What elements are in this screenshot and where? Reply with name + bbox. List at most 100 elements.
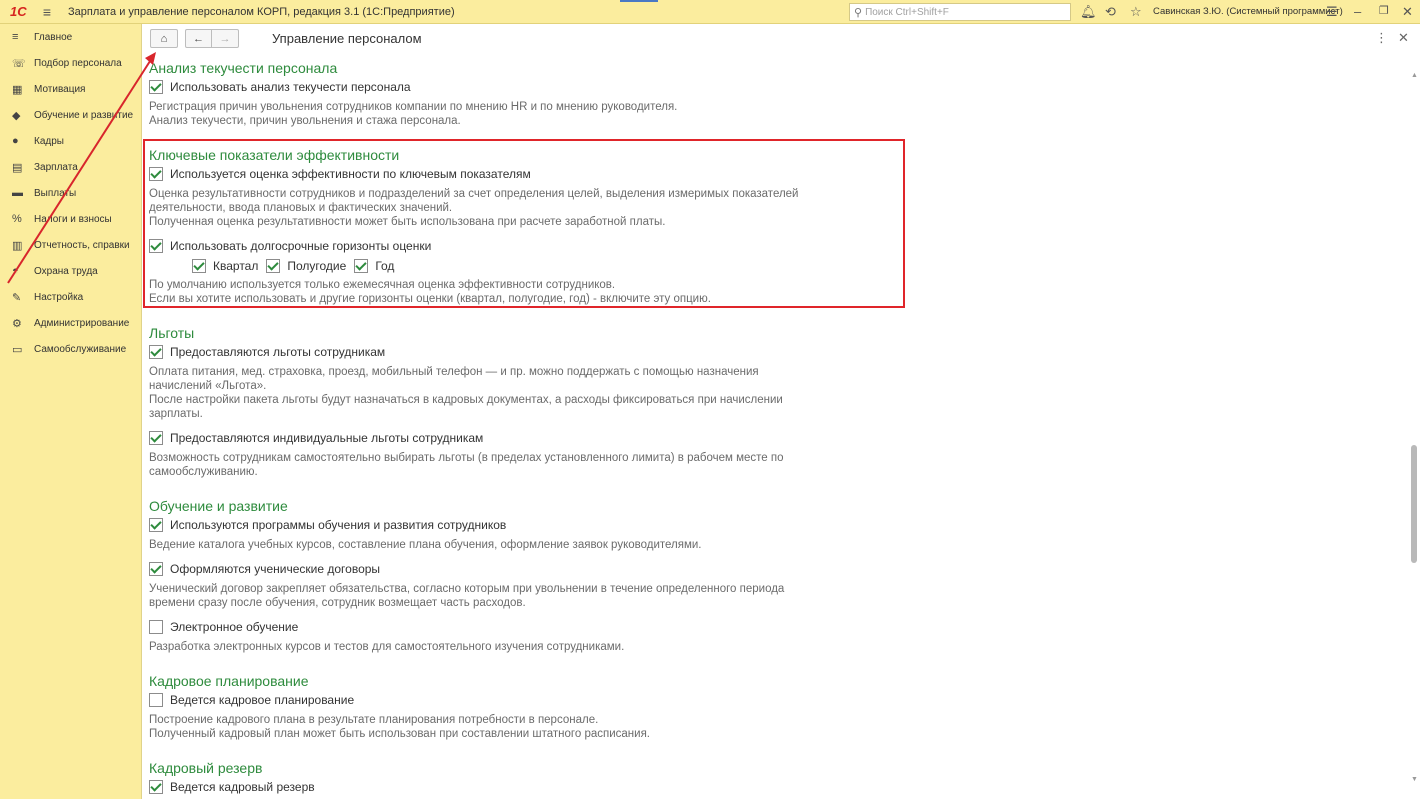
description: По умолчанию используется только ежемеся… bbox=[149, 279, 616, 291]
option-e-learning[interactable]: Электронное обучение bbox=[149, 618, 909, 636]
checkbox[interactable] bbox=[149, 80, 163, 94]
app-title: Зарплата и управление персоналом КОРП, р… bbox=[68, 5, 455, 18]
current-user[interactable]: Савинская З.Ю. (Системный программист) bbox=[1153, 6, 1343, 17]
history-icon[interactable]: ⟲ bbox=[1105, 4, 1116, 20]
window-close-icon[interactable]: ✕ bbox=[1402, 4, 1413, 20]
option-benefits[interactable]: Предоставляются льготы сотрудникам bbox=[149, 343, 909, 361]
checkbox[interactable] bbox=[354, 259, 369, 273]
option-individual-benefits[interactable]: Предоставляются индивидуальные льготы со… bbox=[149, 429, 909, 447]
option-turnover-analysis[interactable]: Использовать анализ текучести персонала bbox=[149, 78, 909, 96]
section-title-benefits: Льготы bbox=[149, 325, 195, 341]
sidebar-item-selfservice[interactable]: ▭ Самообслуживание bbox=[0, 336, 141, 362]
sidebar-item-main[interactable]: ≡ Главное bbox=[0, 24, 141, 50]
page-title: Управление персоналом bbox=[272, 31, 422, 46]
sidebar-item-taxes[interactable]: % Налоги и взносы bbox=[0, 206, 141, 232]
checkbox[interactable] bbox=[149, 167, 163, 181]
wallet-icon: ▬ bbox=[12, 187, 23, 199]
gear-icon: ⚙ bbox=[12, 317, 22, 330]
checkbox[interactable] bbox=[149, 518, 163, 532]
horizon-options: Квартал Полугодие Год bbox=[149, 257, 909, 275]
checkbox[interactable] bbox=[149, 620, 163, 634]
description: деятельности, ввода плановых и фактическ… bbox=[149, 202, 453, 214]
recruit-icon: ☏ bbox=[12, 57, 26, 70]
vertical-scrollbar[interactable] bbox=[1408, 68, 1420, 789]
option-quarter[interactable]: Квартал bbox=[192, 259, 258, 273]
global-search-input[interactable]: ⚲ Поиск Ctrl+Shift+F bbox=[849, 3, 1071, 21]
settings-menu-icon[interactable]: ☰ bbox=[1326, 4, 1338, 20]
option-apprentice-contracts[interactable]: Оформляются ученические договоры bbox=[149, 560, 909, 578]
id-card-icon: ▭ bbox=[12, 343, 23, 356]
description: Возможность сотрудникам самостоятельно в… bbox=[149, 452, 784, 464]
section-title-turnover: Анализ текучести персонала bbox=[149, 60, 338, 76]
people-icon: ● bbox=[12, 135, 19, 147]
sidebar-item-training[interactable]: ◆ Обучение и развитие bbox=[0, 102, 141, 128]
form-close-icon[interactable]: ✕ bbox=[1398, 30, 1409, 46]
description: Регистрация причин увольнения сотруднико… bbox=[149, 101, 678, 113]
sidebar-item-payments[interactable]: ▬ Выплаты bbox=[0, 180, 141, 206]
checkbox[interactable] bbox=[149, 562, 163, 576]
search-icon: ⚲ bbox=[854, 6, 863, 19]
description: Оплата питания, мед. страховка, проезд, … bbox=[149, 366, 759, 378]
graduation-cap-icon: ◆ bbox=[12, 109, 21, 122]
section-title-reserve: Кадровый резерв bbox=[149, 760, 263, 776]
scroll-up-icon[interactable]: ▲ bbox=[1411, 72, 1418, 79]
description: Оценка результативности сотрудников и по… bbox=[149, 188, 799, 200]
checkbox[interactable] bbox=[192, 259, 206, 273]
option-halfyear[interactable]: Полугодие bbox=[266, 259, 346, 273]
home-button[interactable]: ⌂ bbox=[150, 29, 178, 48]
option-hr-planning[interactable]: Ведется кадровое планирование bbox=[149, 691, 909, 709]
sidebar-item-settings[interactable]: ✎ Настройка bbox=[0, 284, 141, 310]
sidebar-item-motivation[interactable]: ▦ Мотивация bbox=[0, 76, 141, 102]
description: зарплаты. bbox=[149, 408, 203, 420]
settings-content: Анализ текучести персонала Использовать … bbox=[149, 58, 909, 796]
wrench-icon: ✎ bbox=[12, 291, 22, 304]
option-hr-reserve[interactable]: Ведется кадровый резерв bbox=[149, 778, 909, 796]
option-training-programs[interactable]: Используются программы обучения и развит… bbox=[149, 516, 909, 534]
scroll-down-icon[interactable]: ▼ bbox=[1411, 776, 1418, 783]
sidebar-item-salary[interactable]: ▤ Зарплата bbox=[0, 154, 141, 180]
main-menu-icon[interactable]: ≡ bbox=[36, 4, 58, 20]
sidebar-item-safety[interactable]: ◓ Охрана труда bbox=[0, 258, 141, 284]
search-placeholder: Поиск Ctrl+Shift+F bbox=[865, 6, 949, 18]
scrollbar-thumb[interactable] bbox=[1411, 445, 1417, 563]
description: времени сразу после обучения, сотрудник … bbox=[149, 597, 526, 609]
sidebar-item-reports[interactable]: ▥ Отчетность, справки bbox=[0, 232, 141, 258]
sidebar-item-recruitment[interactable]: ☏ Подбор персонала bbox=[0, 50, 141, 76]
app-logo: 1С bbox=[10, 4, 27, 19]
bell-icon[interactable]: 🔔︎ bbox=[1080, 4, 1097, 20]
sidebar-item-administration[interactable]: ⚙ Администрирование bbox=[0, 310, 141, 336]
checkbox[interactable] bbox=[149, 345, 163, 359]
section-title-training: Обучение и развитие bbox=[149, 498, 288, 514]
sidebar: ≡ Главное ☏ Подбор персонала ▦ Мотивация ◆ О… bbox=[0, 24, 142, 799]
description: Ученический договор закрепляет обязатель… bbox=[149, 583, 785, 595]
arrow-right-icon: → bbox=[219, 32, 231, 45]
back-button[interactable]: ← bbox=[185, 29, 212, 48]
description: Полученная оценка результативности может… bbox=[149, 216, 666, 228]
option-year[interactable]: Год bbox=[354, 259, 394, 273]
description: Если вы хотите использовать и другие гор… bbox=[149, 293, 711, 305]
checkbox[interactable] bbox=[149, 780, 163, 794]
percent-icon: % bbox=[12, 213, 22, 225]
option-kpi-evaluation[interactable]: Используется оценка эффективности по клю… bbox=[149, 165, 909, 183]
calculator-icon: ▤ bbox=[12, 161, 23, 174]
option-long-term-horizons[interactable]: Использовать долгосрочные горизонты оцен… bbox=[149, 237, 909, 255]
description: После настройки пакета льготы будут назн… bbox=[149, 394, 783, 406]
forward-button[interactable]: → bbox=[211, 29, 239, 48]
section-title-kpi: Ключевые показатели эффективности bbox=[149, 147, 400, 163]
checkbox[interactable] bbox=[149, 693, 163, 707]
description: самообслуживанию. bbox=[149, 466, 258, 478]
checkbox[interactable] bbox=[266, 259, 281, 273]
sidebar-item-hr[interactable]: ● Кадры bbox=[0, 128, 141, 154]
checkbox[interactable] bbox=[149, 239, 163, 253]
description: Разработка электронных курсов и тестов д… bbox=[149, 641, 625, 653]
description: Полученный кадровый план может быть испо… bbox=[149, 728, 650, 740]
description: Построение кадрового плана в результате … bbox=[149, 714, 599, 726]
checkbox[interactable] bbox=[149, 431, 163, 445]
gift-icon: ▦ bbox=[12, 83, 23, 96]
more-actions-icon[interactable]: ⋮ bbox=[1375, 30, 1388, 46]
restore-icon[interactable]: ❐ bbox=[1379, 4, 1389, 17]
minimize-icon[interactable]: – bbox=[1354, 4, 1361, 19]
star-icon[interactable]: ☆ bbox=[1130, 4, 1142, 20]
section-title-planning: Кадровое планирование bbox=[149, 673, 309, 689]
report-icon: ▥ bbox=[12, 239, 23, 252]
